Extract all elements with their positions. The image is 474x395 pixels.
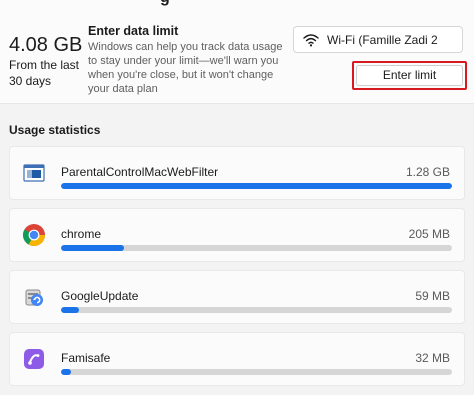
data-limit-title: Enter data limit <box>88 24 179 38</box>
google-update-icon <box>25 289 43 306</box>
app-usage-row[interactable]: ParentalControlMacWebFilter 1.28 GB <box>9 146 465 200</box>
network-dropdown[interactable]: Wi-Fi (Famille Zadi 2 <box>293 26 463 53</box>
app-name: chrome <box>61 227 102 241</box>
total-data-usage: 4.08 GB <box>9 34 83 56</box>
usage-bar-fill <box>61 369 71 375</box>
usage-bar-fill <box>61 183 452 189</box>
app-usage-row[interactable]: Famisafe 32 MB <box>9 332 465 386</box>
app-data-amount: 59 MB <box>415 289 450 303</box>
usage-statistics-list: ParentalControlMacWebFilter 1.28 GB chro… <box>9 146 465 394</box>
usage-bar <box>61 183 452 189</box>
usage-statistics-heading: Usage statistics <box>9 123 101 137</box>
app-data-amount: 205 MB <box>408 227 450 241</box>
page-title-fragment: g <box>160 0 170 7</box>
app-data-amount: 32 MB <box>415 351 450 365</box>
network-dropdown-value: Wi-Fi (Famille Zadi 2 <box>327 33 438 47</box>
chrome-icon <box>23 224 45 246</box>
famisafe-icon <box>24 349 44 369</box>
data-usage-page: g 4.08 GB From the last 30 days Enter da… <box>0 0 474 395</box>
data-limit-description: Windows can help you track data usage to… <box>88 41 283 95</box>
usage-bar <box>61 307 452 313</box>
app-usage-row[interactable]: chrome 205 MB <box>9 208 465 262</box>
app-name: GoogleUpdate <box>61 289 139 303</box>
enter-limit-highlight: Enter limit <box>352 61 467 90</box>
usage-bar-fill <box>61 245 124 251</box>
usage-period-label: From the last 30 days <box>9 58 80 88</box>
usage-bar <box>61 245 452 251</box>
data-usage-summary-card: g 4.08 GB From the last 30 days Enter da… <box>0 0 474 104</box>
enter-limit-button[interactable]: Enter limit <box>356 65 463 86</box>
wifi-icon <box>303 34 319 47</box>
app-name: Famisafe <box>61 351 111 365</box>
app-data-amount: 1.28 GB <box>405 165 450 179</box>
app-usage-row[interactable]: GoogleUpdate 59 MB <box>9 270 465 324</box>
parental-control-app-icon <box>23 164 45 182</box>
app-name: ParentalControlMacWebFilter <box>61 165 219 179</box>
usage-bar <box>61 369 452 375</box>
usage-bar-fill <box>61 307 79 313</box>
